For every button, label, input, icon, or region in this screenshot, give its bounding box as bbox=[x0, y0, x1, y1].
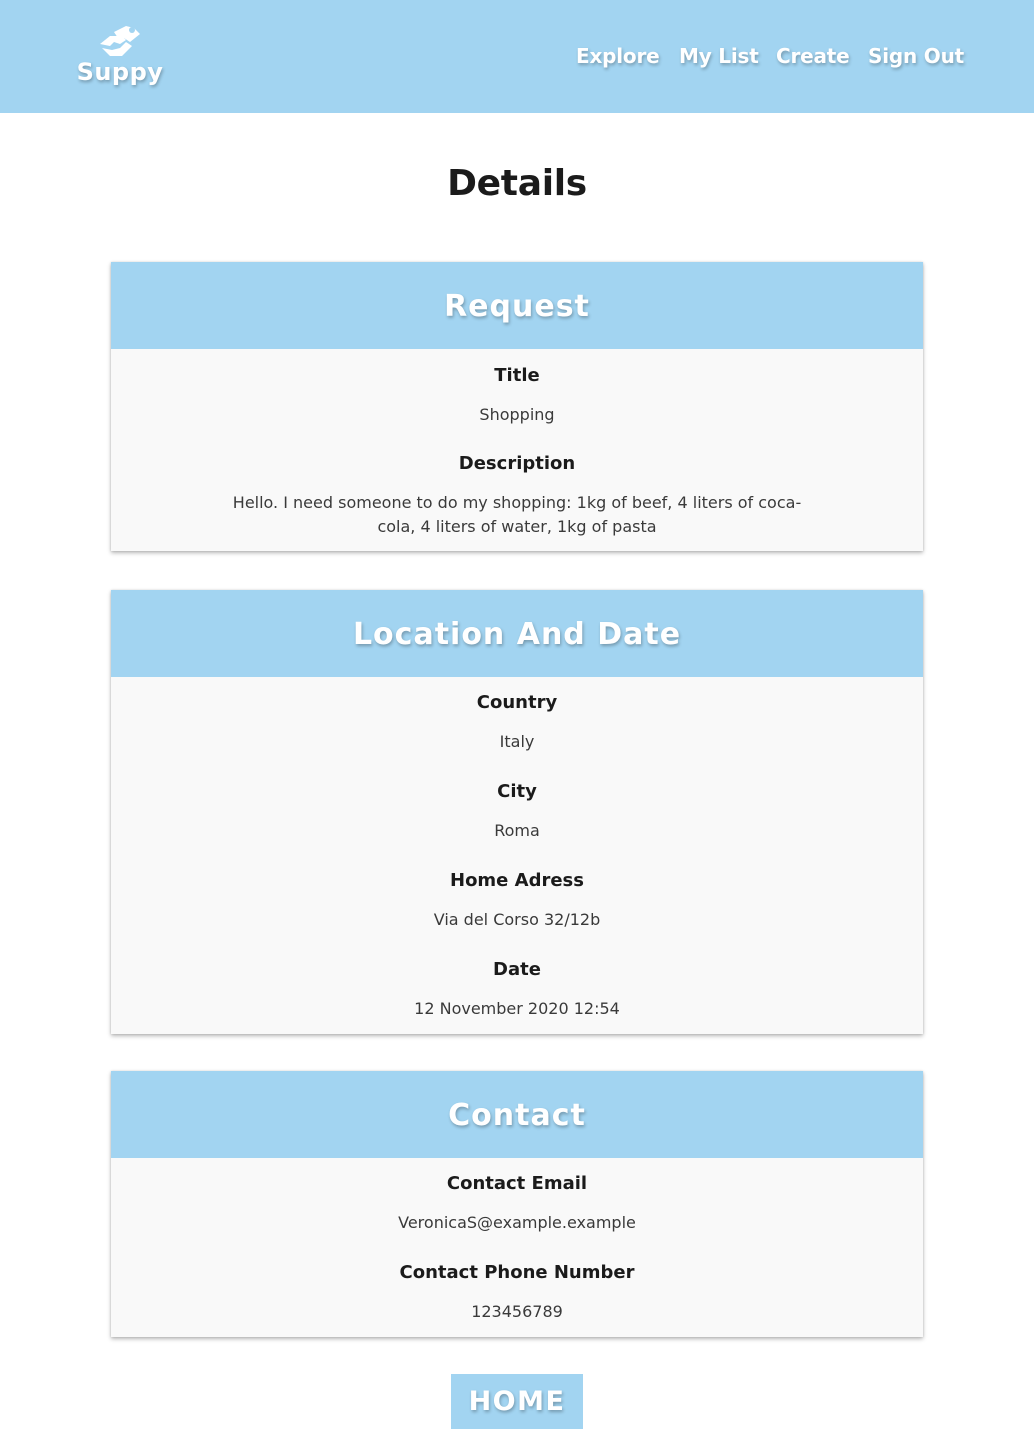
city-value: Roma bbox=[494, 821, 540, 840]
title-value: Shopping bbox=[479, 405, 555, 424]
contact-card-heading: Contact bbox=[111, 1071, 923, 1158]
nav-my-list[interactable]: My List bbox=[679, 44, 759, 68]
description-label: Description bbox=[458, 453, 576, 474]
nav-create[interactable]: Create bbox=[776, 44, 850, 68]
contact-phone-label: Contact Phone Number bbox=[399, 1262, 635, 1283]
brand-logo[interactable]: Suppy bbox=[74, 22, 166, 92]
handshake-icon bbox=[100, 26, 140, 56]
address-label: Home Adress bbox=[450, 870, 584, 891]
request-card-heading: Request bbox=[111, 262, 923, 349]
nav-explore[interactable]: Explore bbox=[576, 44, 660, 68]
location-card: Location And Date Country Italy City Rom… bbox=[111, 590, 923, 1034]
description-value: Hello. I need someone to do my shopping:… bbox=[232, 493, 802, 536]
date-value: 12 November 2020 12:54 bbox=[414, 999, 620, 1018]
location-card-heading: Location And Date bbox=[111, 590, 923, 677]
contact-card: Contact Contact Email VeronicaS@example.… bbox=[111, 1071, 923, 1337]
request-card: Request Title Shopping Description Hello… bbox=[111, 262, 923, 551]
title-label: Title bbox=[494, 365, 540, 386]
city-label: City bbox=[497, 781, 537, 802]
navbar: Suppy Explore My List Create Sign Out bbox=[0, 0, 1034, 113]
nav-sign-out[interactable]: Sign Out bbox=[868, 44, 964, 68]
contact-email-value: VeronicaS@example.example bbox=[398, 1213, 636, 1232]
page-title: Details bbox=[447, 163, 587, 204]
address-value: Via del Corso 32/12b bbox=[433, 910, 601, 929]
brand-name: Suppy bbox=[76, 58, 164, 86]
country-label: Country bbox=[476, 692, 558, 713]
contact-email-label: Contact Email bbox=[446, 1173, 588, 1194]
date-label: Date bbox=[493, 959, 541, 980]
contact-phone-value: 123456789 bbox=[471, 1302, 563, 1321]
home-button[interactable]: HOME bbox=[451, 1374, 583, 1429]
country-value: Italy bbox=[499, 732, 535, 751]
